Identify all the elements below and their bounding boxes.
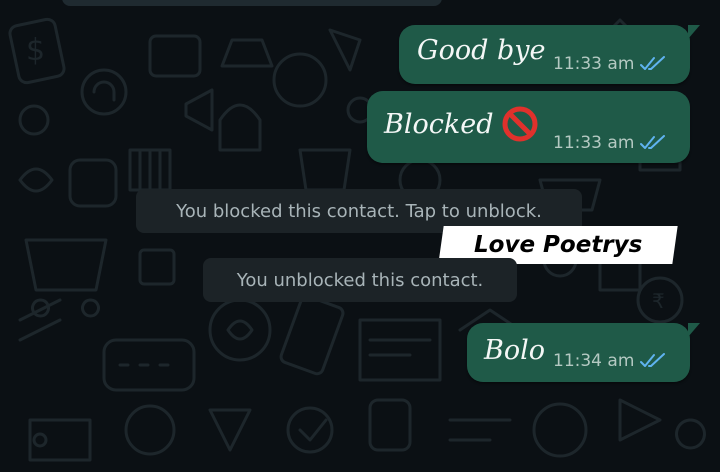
bubble-tail [688, 323, 700, 337]
message-text: Bolo [484, 335, 545, 366]
double-check-read-icon [640, 56, 666, 70]
outgoing-message[interactable]: Blocked 11:33 am [367, 91, 690, 163]
system-notice-text: You blocked this contact. Tap to unblock… [176, 200, 542, 222]
outgoing-message[interactable]: Bolo 11:34 am [467, 323, 700, 382]
svg-text:₹: ₹ [652, 289, 665, 313]
svg-text:$: $ [26, 33, 45, 68]
message-time: 11:33 am [553, 133, 635, 153]
double-check-read-icon [640, 135, 666, 149]
system-notice-unblocked: You unblocked this contact. [203, 258, 517, 302]
message-meta: 11:33 am [553, 133, 666, 153]
message-time: 11:34 am [553, 351, 635, 371]
outgoing-message[interactable]: Good bye 11:33 am [399, 25, 700, 84]
bubble-tail [688, 25, 700, 39]
message-text-label: Blocked [384, 108, 494, 140]
double-check-read-icon [640, 353, 666, 367]
watermark-text: Love Poetrys [473, 232, 643, 258]
message-text: Blocked [384, 105, 539, 143]
message-meta: 11:33 am [553, 54, 666, 74]
message-meta: 11:34 am [553, 351, 666, 371]
no-entry-icon [502, 106, 538, 142]
message-time: 11:33 am [553, 54, 635, 74]
message-text: Good bye [417, 35, 546, 66]
previous-message-edge [62, 0, 442, 6]
system-notice-text: You unblocked this contact. [236, 269, 484, 291]
